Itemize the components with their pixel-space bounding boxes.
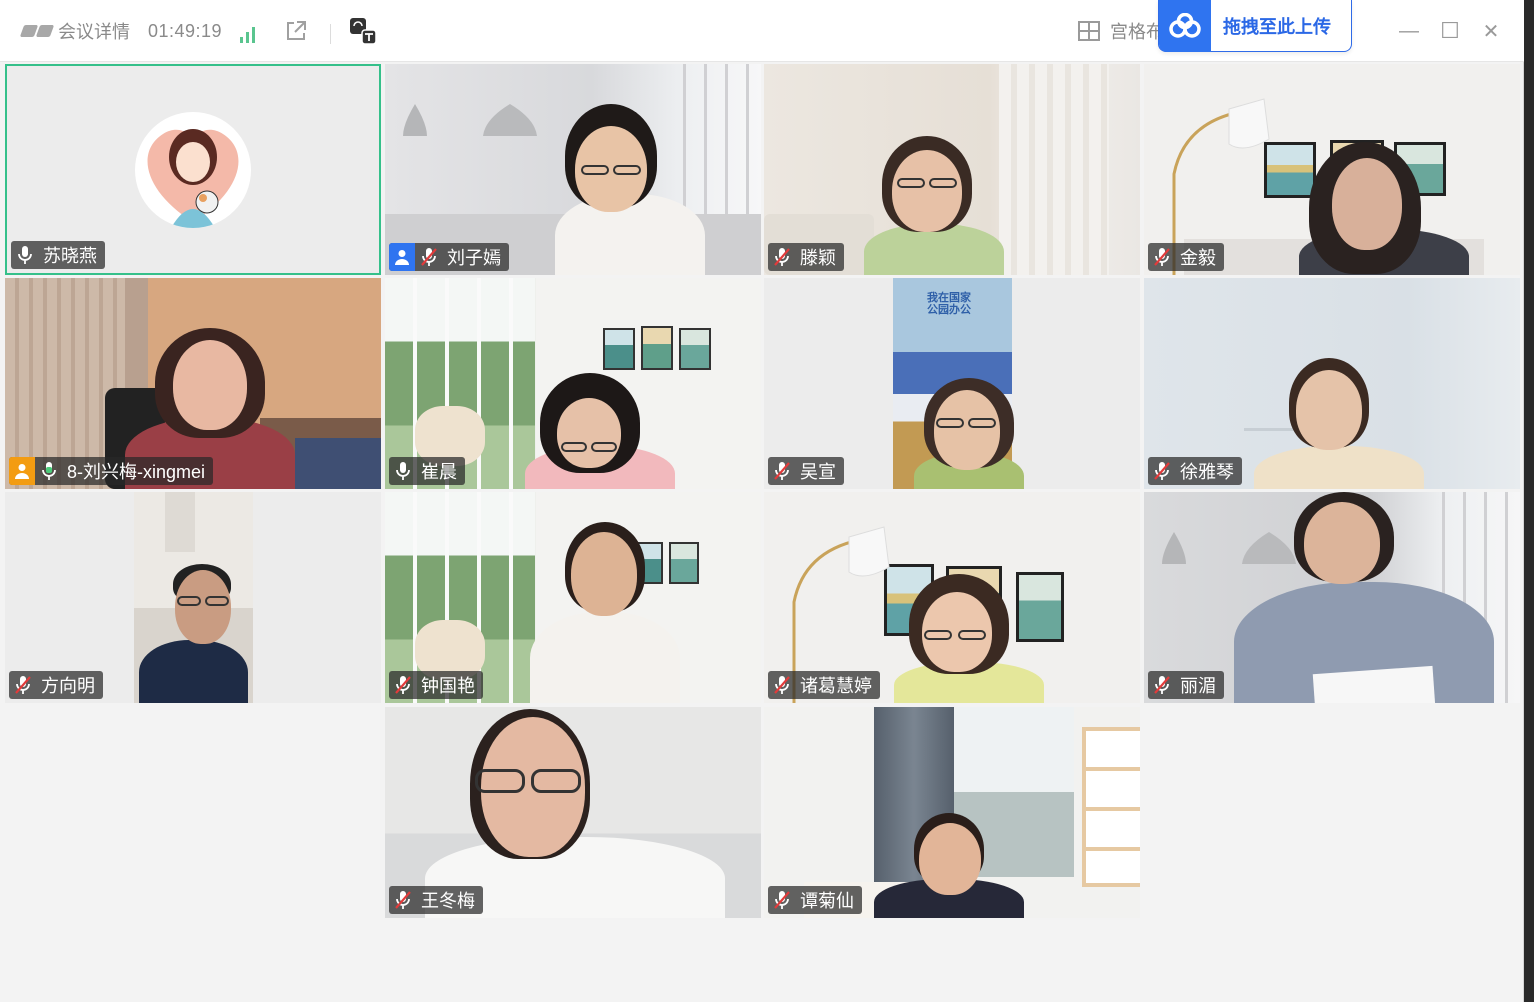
mic-icon (11, 241, 39, 269)
video-tile[interactable]: 徐雅琴 (1144, 278, 1520, 489)
participant-name-badge: 诸葛慧婷 (768, 671, 880, 699)
participant-name: 吴宣 (800, 462, 836, 482)
mic-speaking-icon (35, 457, 63, 485)
participant-name-badge: 金毅 (1148, 243, 1224, 271)
app-logo-icon (19, 0, 55, 62)
mic-muted-icon (1148, 457, 1176, 485)
share-icon[interactable] (284, 0, 308, 62)
participant-name: 8-刘兴梅-xingmei (67, 462, 206, 482)
video-tile[interactable]: 8-刘兴梅-xingmei (5, 278, 381, 489)
title-bar: 会议详情 01:49:19 宫格布 拖拽至此上传 — ☐ ✕ (0, 0, 1524, 62)
video-tile[interactable]: 我在国家 公园办公 吴宣 (764, 278, 1140, 489)
signal-strength-icon[interactable] (240, 0, 255, 62)
participant-name-badge: 谭菊仙 (768, 886, 862, 914)
participant-name: 徐雅琴 (1180, 462, 1234, 482)
mic-muted-icon (768, 243, 796, 271)
participant-name-badge: 8-刘兴梅-xingmei (9, 457, 214, 485)
participant-name: 滕颖 (800, 248, 836, 268)
participant-name-badge: 丽湄 (1148, 671, 1224, 699)
translate-icon[interactable] (348, 0, 378, 62)
video-tile[interactable]: 诸葛慧婷 (764, 492, 1140, 703)
participant-name: 谭菊仙 (800, 891, 854, 911)
mic-muted-icon (768, 671, 796, 699)
participant-name-badge: 方向明 (9, 671, 103, 699)
cohost-user-icon (9, 457, 35, 485)
cloud-upload-icon (1159, 0, 1211, 52)
video-tile[interactable]: 丽湄 (1144, 492, 1520, 703)
video-tile[interactable]: 滕颖 (764, 64, 1140, 275)
meeting-window: 会议详情 01:49:19 宫格布 拖拽至此上传 — ☐ ✕ 苏晓燕 刘子嫣 滕… (0, 0, 1524, 1002)
participant-name-badge: 苏晓燕 (11, 241, 105, 269)
grid-icon (1078, 21, 1100, 41)
participant-name: 丽湄 (1180, 676, 1216, 696)
mic-muted-icon (1148, 243, 1176, 271)
mic-muted-icon (1148, 671, 1176, 699)
maximize-button[interactable]: ☐ (1433, 14, 1467, 48)
mic-icon (389, 457, 417, 485)
mic-muted-icon (768, 457, 796, 485)
minimize-button[interactable]: — (1392, 14, 1426, 48)
participant-name: 王冬梅 (421, 891, 475, 911)
title-divider (330, 24, 331, 44)
meeting-timer: 01:49:19 (148, 20, 223, 41)
participant-name-badge: 钟国艳 (389, 671, 483, 699)
poster-title: 我在国家 公园办公 (927, 292, 971, 316)
host-user-icon (389, 243, 415, 271)
participant-name-badge: 滕颖 (768, 243, 844, 271)
mic-muted-icon (389, 886, 417, 914)
close-button[interactable]: ✕ (1474, 14, 1508, 48)
participant-name-badge: 王冬梅 (389, 886, 483, 914)
participant-name-badge: 吴宣 (768, 457, 844, 485)
grid-layout-button[interactable]: 宫格布 (1078, 0, 1164, 62)
mic-muted-icon (768, 886, 796, 914)
participant-name: 崔晨 (421, 462, 457, 482)
meeting-details-link[interactable]: 会议详情 (58, 0, 130, 62)
video-tile[interactable]: 王冬梅 (385, 707, 761, 918)
avatar (135, 112, 251, 228)
participant-name: 钟国艳 (421, 676, 475, 696)
video-tile[interactable]: 金毅 (1144, 64, 1520, 275)
video-tile[interactable]: 钟国艳 (385, 492, 761, 703)
mic-muted-icon (389, 671, 417, 699)
participant-name-badge: 刘子嫣 (389, 243, 509, 271)
participant-name: 苏晓燕 (43, 246, 97, 266)
participant-name-badge: 徐雅琴 (1148, 457, 1242, 485)
upload-label: 拖拽至此上传 (1223, 16, 1331, 37)
participant-name: 金毅 (1180, 248, 1216, 268)
participant-name: 方向明 (41, 676, 95, 696)
video-tile[interactable]: 谭菊仙 (764, 707, 1140, 918)
drag-upload-button[interactable]: 拖拽至此上传 (1158, 0, 1352, 52)
mic-muted-icon (9, 671, 37, 699)
participant-name: 刘子嫣 (447, 248, 501, 268)
video-tile[interactable]: 方向明 (5, 492, 381, 703)
grid-layout-label: 宫格布 (1110, 22, 1164, 42)
video-tile[interactable]: 崔晨 (385, 278, 761, 489)
participant-name-badge: 崔晨 (389, 457, 465, 485)
video-tile[interactable]: 苏晓燕 (5, 64, 381, 275)
video-tile[interactable]: 刘子嫣 (385, 64, 761, 275)
mic-muted-icon (415, 243, 443, 271)
participant-name: 诸葛慧婷 (800, 676, 872, 696)
